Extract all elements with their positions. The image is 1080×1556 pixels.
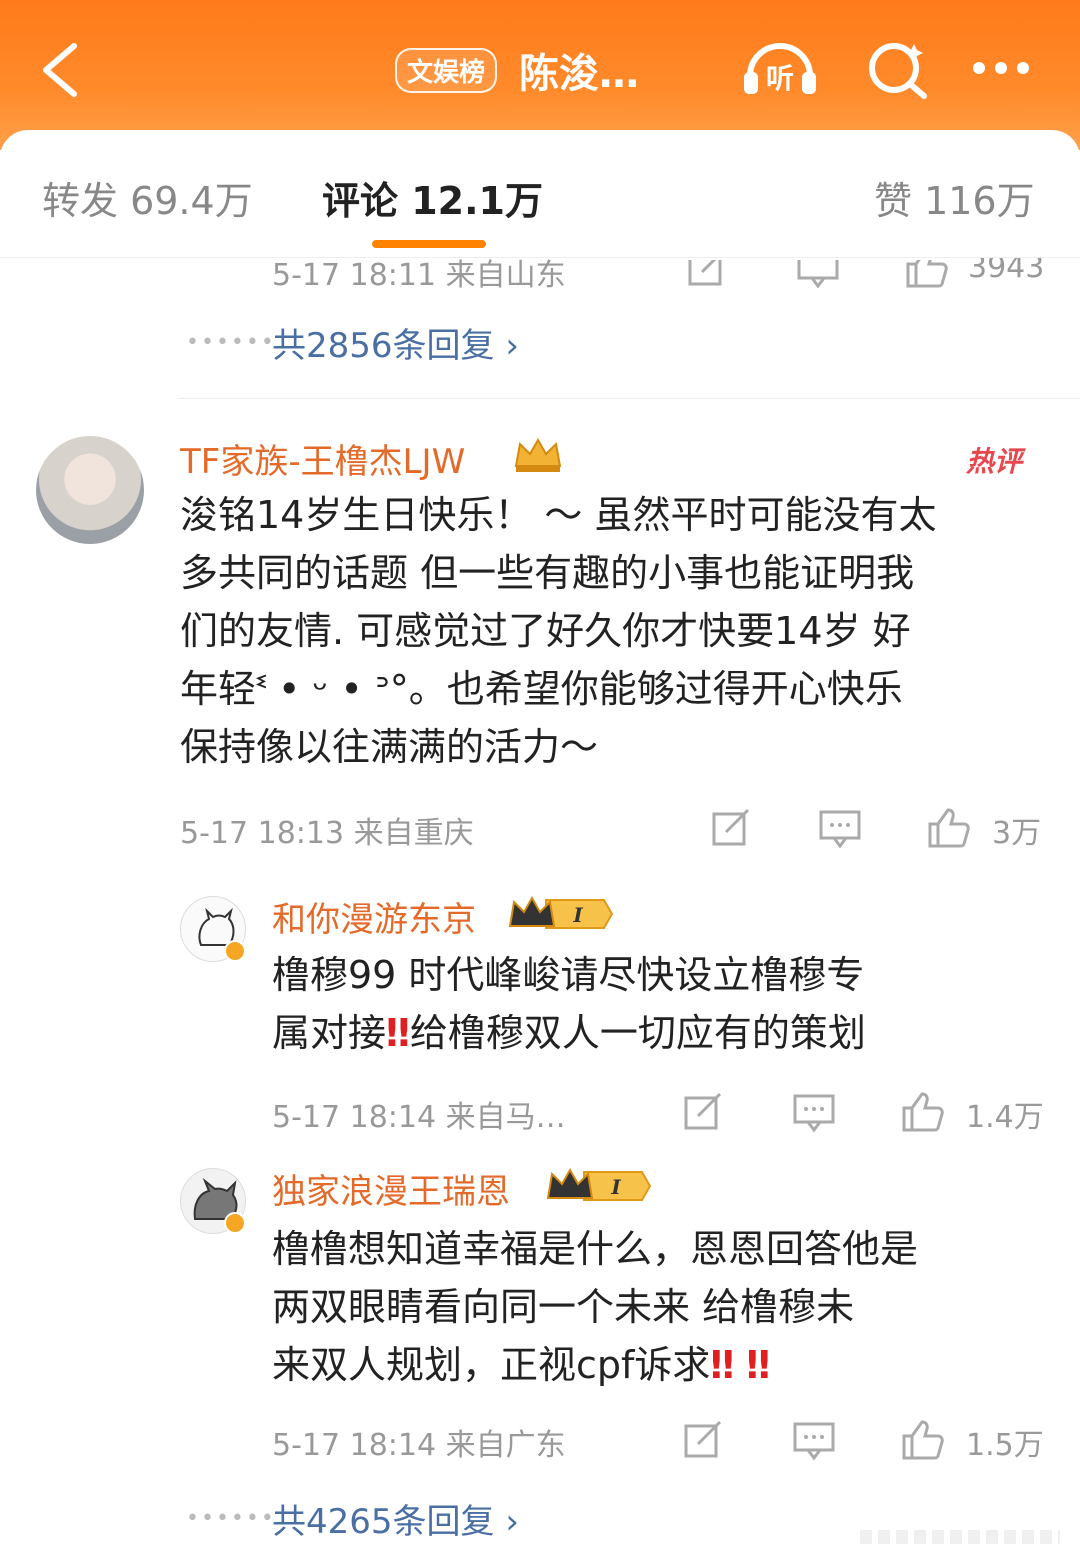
like-icon[interactable] <box>926 806 970 850</box>
comment-icon[interactable] <box>792 1418 836 1462</box>
home-indicator <box>860 1530 1060 1544</box>
share-icon[interactable] <box>682 1090 726 1134</box>
comment-line: 年轻ᓫ • ᵕ • ᐣ°。也希望你能够过得开心快乐 <box>180 667 903 711</box>
interaction-tabs: 转发 69.4万 评论 12.1万 赞 116万 <box>0 130 1080 258</box>
comment-line: 保持像以往满满的活力～ <box>180 725 599 769</box>
level-crown-badge-icon: I <box>544 1164 652 1208</box>
ranking-tag[interactable]: 文娱榜 <box>395 47 498 93</box>
reply-line: 橹橹想知道幸福是什么，恩恩回答他是 <box>272 1227 919 1271</box>
reply-meta: 5-17 18:14 来自广东 <box>272 1428 566 1463</box>
comment-username[interactable]: TF家族-王橹杰LJW <box>180 434 465 483</box>
comment-line: 们的友情. 可感觉过了好久你才快要14岁 好 <box>180 609 911 653</box>
crown-badge-icon <box>512 436 564 476</box>
comment-like-count: 3万 <box>992 816 1042 851</box>
more-icon[interactable] <box>965 36 1045 100</box>
divider <box>178 398 1080 399</box>
reply-fragment: 给橹穆双人一切应有的策划 <box>409 1011 866 1055</box>
svg-text:I: I <box>610 1175 621 1199</box>
listen-icon[interactable]: 听 <box>740 36 820 100</box>
reply-line: 来双人规划，正视cpf诉求‼ ‼ <box>272 1336 1052 1394</box>
reply-username[interactable]: 和你漫游东京 <box>272 892 476 941</box>
tab-likes[interactable]: 赞 116万 <box>874 170 1035 225</box>
reply-line: 属对接‼给橹穆双人一切应有的策划 <box>272 1004 1052 1062</box>
double-exclamation-icon: ‼ <box>710 1343 735 1387</box>
comment-icon[interactable] <box>792 1090 836 1134</box>
reply-fragment: 来双人规划，正视cpf诉求 <box>272 1343 711 1387</box>
like-icon[interactable] <box>900 1418 944 1462</box>
top-navigation-bar: 文娱榜 陈浚… 听 <box>0 0 1080 150</box>
reply-fragment: 属对接 <box>272 1011 387 1055</box>
active-tab-indicator <box>372 240 486 248</box>
comment-line: 多共同的话题 但一些有趣的小事也能证明我 <box>180 551 915 595</box>
tab-reposts[interactable]: 转发 69.4万 <box>42 170 253 225</box>
page-title: 陈浚… <box>519 51 640 97</box>
prev-replies-link[interactable]: 共2856条回复 › <box>272 318 519 367</box>
like-icon[interactable] <box>900 1090 944 1134</box>
reply-meta: 5-17 18:14 来自马… <box>272 1100 566 1135</box>
reply-like-count: 1.5万 <box>966 1428 1044 1463</box>
double-exclamation-icon: ‼ <box>386 1011 410 1055</box>
replies-link[interactable]: 共4265条回复 › <box>272 1494 519 1543</box>
comment-line: 浚铭14岁生日快乐！ ～ 虽然平时可能没有太 <box>180 493 937 537</box>
share-icon[interactable] <box>682 1418 726 1462</box>
back-icon[interactable] <box>36 40 86 100</box>
title-group: 文娱榜 陈浚… <box>395 40 639 100</box>
reply-text: 橹穆99 时代峰峻请尽快设立橹穆专 属对接‼给橹穆双人一切应有的策划 <box>272 946 1052 1062</box>
hot-comment-badge: 热评 <box>966 445 1023 478</box>
double-exclamation-icon: ‼ <box>746 1343 771 1387</box>
svg-text:I: I <box>572 903 583 927</box>
thread-dots: •••••• <box>186 330 276 355</box>
tab-comments[interactable]: 评论 12.1万 <box>322 170 543 225</box>
search-icon[interactable] <box>860 36 940 100</box>
reply-text: 橹橹想知道幸福是什么，恩恩回答他是 两双眼睛看向同一个未来 给橹穆未 来双人规划… <box>272 1220 1052 1394</box>
reply-line: 橹穆99 时代峰峻请尽快设立橹穆专 <box>272 953 865 997</box>
verified-icon <box>224 940 246 962</box>
comment-icon[interactable] <box>818 806 862 850</box>
comment-text: 浚铭14岁生日快乐！ ～ 虽然平时可能没有太 多共同的话题 但一些有趣的小事也能… <box>180 486 1050 776</box>
prev-replies-label: 共2856条回复 <box>272 326 495 366</box>
replies-label: 共4265条回复 <box>272 1502 495 1542</box>
chevron-right-icon: › <box>505 1502 519 1542</box>
share-icon[interactable] <box>710 806 754 850</box>
svg-text:听: 听 <box>766 62 794 95</box>
reply-line: 两双眼睛看向同一个未来 给橹穆未 <box>272 1285 855 1329</box>
reply-like-count: 1.4万 <box>966 1100 1044 1135</box>
verified-icon <box>224 1212 246 1234</box>
avatar[interactable] <box>36 436 144 544</box>
reply-username[interactable]: 独家浪漫王瑞恩 <box>272 1164 510 1213</box>
chevron-right-icon: › <box>505 326 519 366</box>
thread-dots: •••••• <box>186 1506 276 1531</box>
comment-meta: 5-17 18:13 来自重庆 <box>180 816 474 851</box>
level-crown-badge-icon: I <box>506 892 614 936</box>
